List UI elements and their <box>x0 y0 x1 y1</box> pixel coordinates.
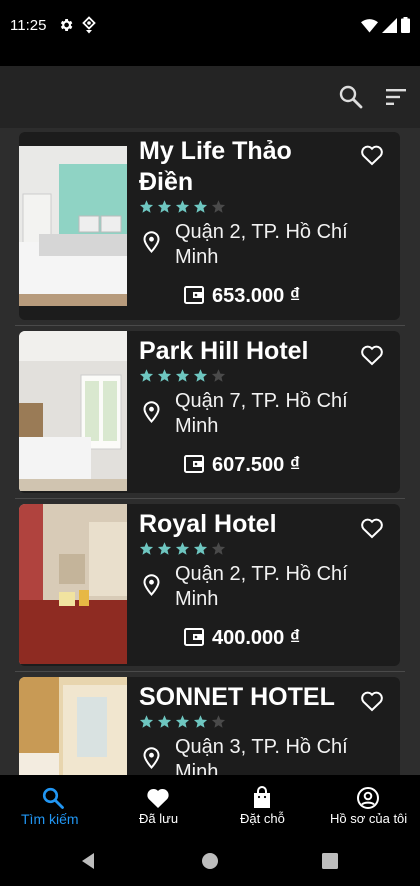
wallet-icon <box>184 286 204 304</box>
star-filled-icon <box>157 200 172 213</box>
status-bar: 11:25 <box>0 0 420 66</box>
hotel-card[interactable]: Royal Hotel Quận 2, TP. Hồ Chí Minh 400.… <box>19 504 400 666</box>
star-filled-icon <box>157 715 172 728</box>
star-filled-icon <box>193 542 208 555</box>
hotel-price: 400.000 ₫ <box>212 627 301 649</box>
star-filled-icon <box>175 200 190 213</box>
hotel-thumbnail[interactable] <box>19 331 127 491</box>
divider <box>15 671 405 672</box>
divider <box>15 498 405 499</box>
heart-outline-icon[interactable] <box>360 344 384 366</box>
hotel-name[interactable]: Park Hill Hotel <box>139 336 344 367</box>
wifi-icon <box>361 18 378 32</box>
hotel-card[interactable]: Park Hill Hotel Quận 7, TP. Hồ Chí Minh … <box>19 331 400 493</box>
star-filled-icon <box>157 542 172 555</box>
nav-label: Đặt chỗ <box>240 811 285 826</box>
star-filled-icon <box>139 542 154 555</box>
star-filled-icon <box>139 715 154 728</box>
star-filled-icon <box>193 369 208 382</box>
hotel-location: Quận 3, TP. Hồ Chí Minh <box>175 736 348 775</box>
bag-icon <box>254 786 270 808</box>
star-filled-icon <box>193 200 208 213</box>
star-empty-icon <box>211 715 226 728</box>
rating-stars <box>139 714 226 729</box>
home-icon[interactable] <box>201 852 219 870</box>
rating-stars <box>139 199 226 214</box>
nav-label: Tìm kiếm <box>21 811 79 827</box>
hotel-location: Quận 7, TP. Hồ Chí Minh <box>175 390 348 437</box>
hotel-thumbnail[interactable] <box>19 677 127 775</box>
star-filled-icon <box>175 542 190 555</box>
recents-icon[interactable] <box>322 853 338 869</box>
star-filled-icon <box>139 369 154 382</box>
hotel-name[interactable]: SONNET HOTEL <box>139 682 344 713</box>
heart-outline-icon[interactable] <box>360 144 384 166</box>
nav-item-profile[interactable]: Hồ sơ của tôi <box>315 775 420 836</box>
location-pin-icon <box>143 401 160 423</box>
location-pin-icon <box>143 574 160 596</box>
hotel-price: 653.000 ₫ <box>212 285 301 307</box>
hotel-price: 607.500 ₫ <box>212 454 301 476</box>
account-icon <box>357 787 379 809</box>
hotel-name[interactable]: My Life Thảo Điền <box>139 136 344 198</box>
bottom-nav: Tìm kiếm Đã lưu Đặt chỗ Hồ sơ của tôi <box>0 775 420 836</box>
nav-item-search[interactable]: Tìm kiếm <box>0 775 105 836</box>
hotel-location: Quận 2, TP. Hồ Chí Minh <box>175 221 348 268</box>
system-nav-bar <box>0 836 420 886</box>
rating-stars <box>139 541 226 556</box>
star-filled-icon <box>139 200 154 213</box>
heart-icon <box>147 789 169 808</box>
hotel-name[interactable]: Royal Hotel <box>139 509 344 540</box>
status-icons <box>361 17 410 33</box>
hotel-location: Quận 2, TP. Hồ Chí Minh <box>175 563 348 610</box>
heart-outline-icon[interactable] <box>360 690 384 712</box>
divider <box>15 325 405 326</box>
wallet-icon <box>184 628 204 646</box>
status-time: 11:25 <box>10 17 47 34</box>
hotel-card[interactable]: SONNET HOTEL Quận 3, TP. Hồ Chí Minh <box>19 677 400 775</box>
hotel-thumbnail[interactable] <box>19 146 127 306</box>
hotel-card[interactable]: My Life Thảo Điền Quận 2, TP. Hồ Chí Min… <box>19 132 400 320</box>
nav-label: Hồ sơ của tôi <box>330 811 408 826</box>
battery-icon <box>401 17 410 33</box>
star-filled-icon <box>193 715 208 728</box>
filter-icon[interactable] <box>384 86 408 108</box>
search-icon <box>42 787 64 809</box>
star-filled-icon <box>157 369 172 382</box>
nav-item-saved[interactable]: Đã lưu <box>105 775 210 836</box>
star-filled-icon <box>175 369 190 382</box>
heart-outline-icon[interactable] <box>360 517 384 539</box>
hotel-thumbnail[interactable] <box>19 504 127 664</box>
nav-label: Đã lưu <box>139 811 179 826</box>
wallet-icon <box>184 455 204 473</box>
location-pin-icon <box>143 747 160 769</box>
location-pin-icon <box>143 231 160 253</box>
back-icon[interactable] <box>80 852 96 870</box>
star-empty-icon <box>211 542 226 555</box>
star-empty-icon <box>211 369 226 382</box>
star-filled-icon <box>175 715 190 728</box>
settings-icon <box>60 19 73 31</box>
search-icon[interactable] <box>338 84 364 110</box>
star-empty-icon <box>211 200 226 213</box>
signal-icon <box>382 17 397 33</box>
rating-stars <box>139 368 226 383</box>
nav-item-bookings[interactable]: Đặt chỗ <box>210 775 315 836</box>
assistant-icon <box>82 16 96 34</box>
hotel-list[interactable]: My Life Thảo Điền Quận 2, TP. Hồ Chí Min… <box>0 128 420 775</box>
